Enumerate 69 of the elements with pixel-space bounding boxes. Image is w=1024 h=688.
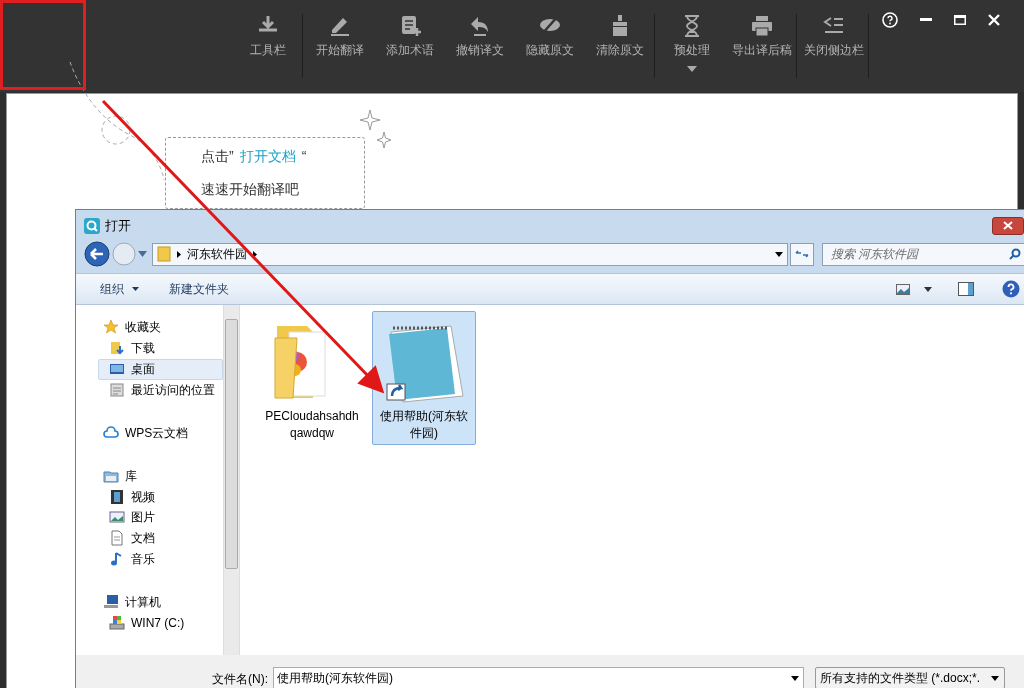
scrollbar[interactable] [223, 305, 240, 655]
hint-text: “ [301, 147, 307, 166]
drive-icon [109, 614, 125, 631]
command-button[interactable]: 新建文件夹 [169, 280, 229, 298]
refresh-icon [795, 249, 809, 259]
nav-item[interactable]: WPS云文档 [98, 422, 223, 444]
dropdown-icon[interactable] [775, 251, 783, 257]
file-item[interactable]: 使用帮助(河东软件园) [372, 311, 476, 445]
close-icon[interactable] [988, 14, 1000, 26]
dropdown-icon [791, 675, 799, 681]
close-button[interactable] [992, 216, 1024, 235]
dropdown-icon [991, 675, 999, 681]
toolbar-button[interactable]: 关闭侧边栏 [799, 14, 869, 78]
toolbar-button[interactable]: 隐藏原文 [515, 14, 585, 78]
video-icon [109, 488, 125, 505]
caret-icon[interactable] [924, 286, 932, 292]
nav-item[interactable]: 库 [98, 465, 223, 487]
app-icon [84, 217, 100, 234]
picture-icon [109, 509, 125, 526]
toolbar-button[interactable]: 撤销译文 [445, 14, 515, 78]
maximize-icon[interactable] [954, 15, 966, 25]
filename-label: 文件名(N): [212, 671, 268, 688]
download-folder-icon [109, 340, 125, 357]
refresh-button[interactable] [790, 242, 814, 266]
hint-text: 点击” [201, 147, 234, 166]
chevron-icon[interactable] [177, 250, 181, 258]
toolbar-button[interactable]: 开始翻译 [305, 14, 375, 78]
star-icon [103, 319, 119, 336]
breadcrumb-item[interactable]: 河东软件园 [187, 245, 247, 263]
cloud-icon [103, 424, 119, 441]
caret-icon [687, 66, 697, 72]
scrollbar-thumb[interactable] [225, 319, 238, 569]
command-button[interactable]: 组织 [100, 280, 139, 298]
filename-field[interactable]: 使用帮助(河东软件园) [273, 667, 804, 688]
back-icon[interactable] [84, 241, 110, 267]
search-field[interactable]: 搜索 河东软件园 [822, 242, 1024, 266]
dialog-title: 打开 [105, 216, 131, 235]
minimize-icon[interactable] [920, 18, 932, 22]
nav-item[interactable]: 下载 [98, 337, 223, 359]
folder-icon [157, 246, 171, 262]
toolbar-button[interactable]: 预处理 [657, 14, 727, 78]
nav-item[interactable]: 音乐 [98, 548, 223, 570]
nav-item[interactable]: WIN7 (C:) [98, 612, 223, 634]
nav-item[interactable]: 文档 [98, 527, 223, 549]
toolbar-button[interactable]: 工具栏 [233, 14, 303, 78]
view-icon[interactable] [896, 283, 910, 295]
printer-icon [749, 14, 774, 38]
preview-pane-icon[interactable] [958, 282, 974, 296]
help-icon[interactable] [882, 12, 898, 28]
help-icon[interactable] [1002, 280, 1020, 298]
nav-item[interactable]: 最近访问的位置 [98, 379, 223, 401]
computer-icon [103, 593, 119, 610]
recent-icon [109, 382, 125, 399]
toolbar-button[interactable]: 清除原文 [585, 14, 655, 78]
nav-item[interactable]: 计算机 [98, 591, 223, 613]
filetype-dropdown[interactable]: 所有支持的文件类型 (*.docx;*. [815, 667, 1005, 688]
search-icon [1009, 247, 1021, 260]
address-bar[interactable]: 河东软件园 [152, 242, 788, 266]
close-icon [1003, 221, 1013, 230]
nav-item[interactable]: 桌面 [98, 358, 223, 380]
file-item[interactable]: PECloudahsahdhqawdqw [260, 311, 364, 445]
nav-item[interactable]: 收藏夹 [98, 317, 223, 338]
toolbar-button[interactable]: 导出译后稿 [727, 14, 797, 78]
caret-icon [132, 287, 139, 291]
document-icon [109, 530, 125, 547]
hint-text: 速速开始翻译吧 [201, 180, 300, 199]
nav-item[interactable]: 图片 [98, 507, 223, 528]
nav-item[interactable]: 视频 [98, 486, 223, 507]
toolbar-button[interactable]: 添加术语 [375, 14, 445, 78]
